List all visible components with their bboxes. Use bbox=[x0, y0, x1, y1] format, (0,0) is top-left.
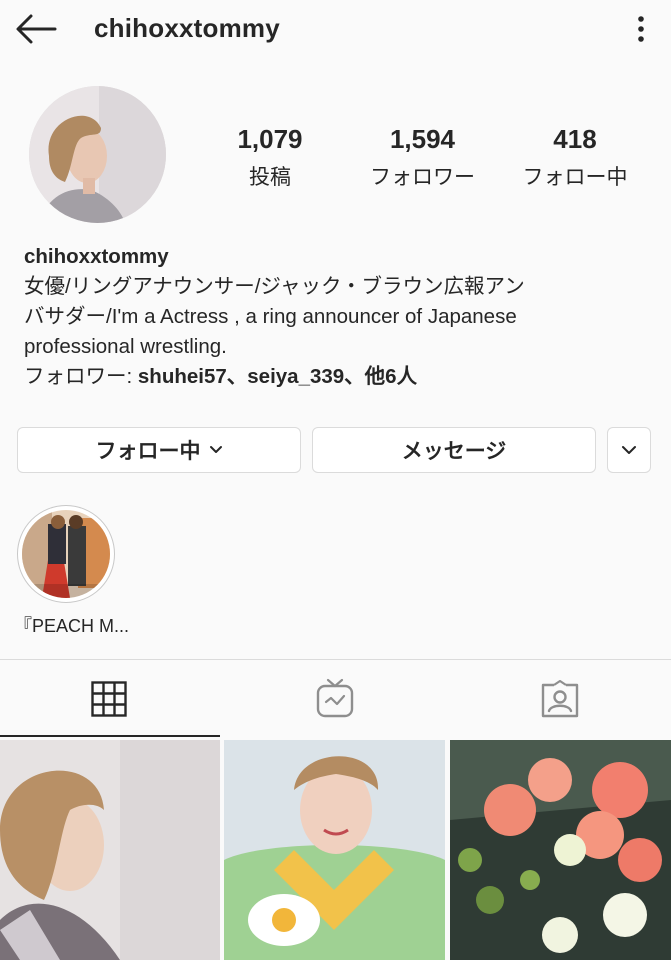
followed-by-users[interactable]: shuhei57、seiya_339、他6人 bbox=[138, 365, 417, 388]
posts-label: 投稿 bbox=[249, 166, 291, 189]
followers-count: 1,594 bbox=[389, 124, 456, 154]
followed-by-prefix: フォロワー: bbox=[24, 365, 138, 388]
chevron-down-icon bbox=[622, 446, 636, 454]
profile-avatar[interactable] bbox=[29, 86, 166, 223]
posts-count: 1,079 bbox=[237, 124, 303, 154]
active-tab-indicator bbox=[0, 735, 220, 737]
page-title: chihoxxtommy bbox=[94, 13, 280, 43]
following-button-label: フォロー中 bbox=[95, 440, 201, 463]
igtv-icon[interactable] bbox=[316, 678, 354, 718]
following-count: 418 bbox=[553, 124, 597, 154]
more-vertical-icon[interactable] bbox=[630, 14, 652, 44]
bio-line-2: バサダー/I'm a Actress , a ring announcer of… bbox=[24, 305, 517, 328]
stat-posts[interactable]: 1,079 投稿 bbox=[210, 124, 330, 191]
highlight-thumbnail[interactable] bbox=[22, 510, 110, 598]
message-button-label: メッセージ bbox=[401, 440, 507, 463]
stat-followers[interactable]: 1,594 フォロワー bbox=[355, 124, 490, 191]
back-arrow-icon[interactable] bbox=[14, 12, 58, 46]
grid-icon[interactable] bbox=[91, 681, 127, 717]
chevron-down-icon bbox=[209, 446, 222, 453]
bio-line-3: professional wrestling. bbox=[24, 335, 227, 358]
profile-tabs bbox=[0, 660, 671, 738]
following-label: フォロー中 bbox=[522, 166, 628, 189]
following-button[interactable]: フォロー中 bbox=[17, 427, 301, 473]
bio-line-1: 女優/リングアナウンサー/ジャック・ブラウン広報アン bbox=[24, 275, 525, 298]
profile-bio: chihoxxtommy 女優/リングアナウンサー/ジャック・ブラウン広報アン … bbox=[24, 242, 654, 392]
stat-following[interactable]: 418 フォロー中 bbox=[510, 124, 640, 191]
suggestions-toggle-button[interactable] bbox=[607, 427, 651, 473]
grid-photo[interactable] bbox=[224, 740, 445, 960]
followers-label: フォロワー bbox=[370, 166, 475, 189]
followed-by[interactable]: フォロワー: shuhei57、seiya_339、他6人 bbox=[24, 362, 654, 392]
highlight-label: 『PEACH M... bbox=[14, 616, 130, 636]
grid-photo[interactable] bbox=[450, 740, 671, 960]
grid-photo[interactable] bbox=[0, 740, 220, 960]
profile-name: chihoxxtommy bbox=[24, 245, 169, 268]
tagged-icon[interactable] bbox=[541, 680, 579, 718]
message-button[interactable]: メッセージ bbox=[312, 427, 596, 473]
